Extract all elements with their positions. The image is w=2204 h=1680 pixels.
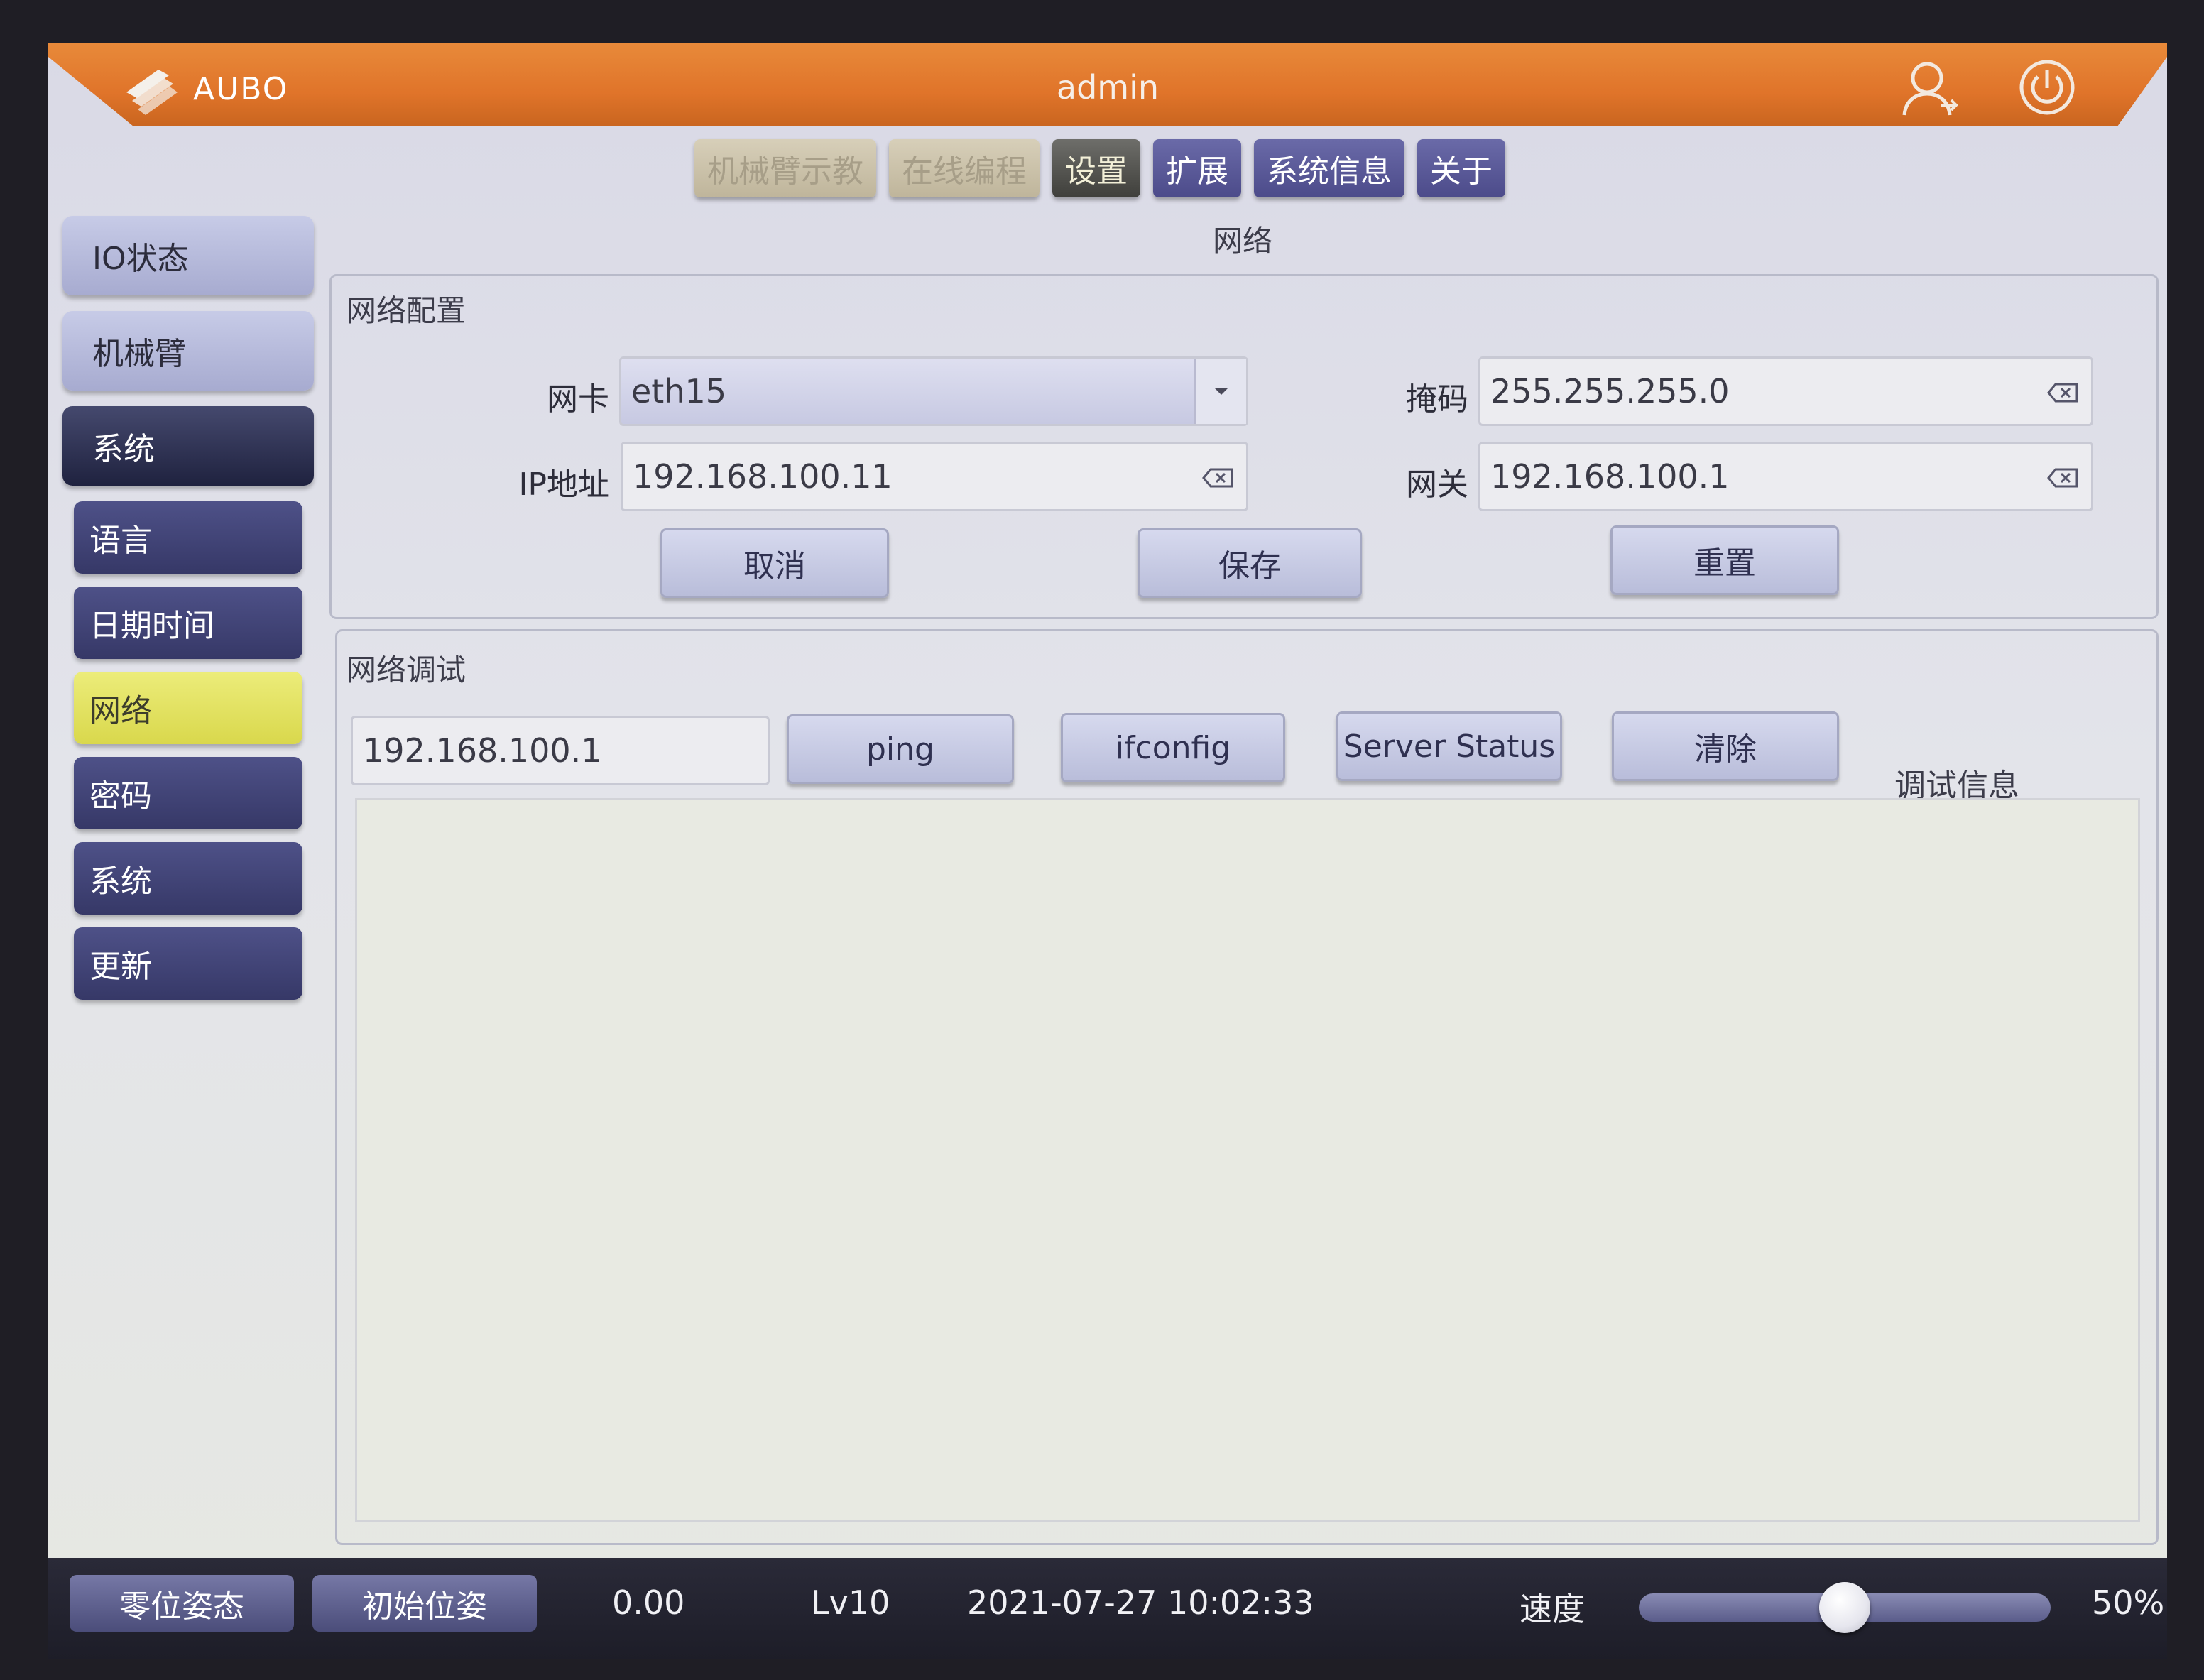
ip-label: IP地址 xyxy=(518,467,609,503)
ping-button[interactable]: ping xyxy=(787,714,1014,784)
clear-input-icon[interactable] xyxy=(1202,468,1233,488)
speed-label: 速度 xyxy=(1520,1590,1585,1628)
user-icon[interactable] xyxy=(1897,55,1961,119)
sidebar-item-system[interactable]: 系统 xyxy=(62,406,314,486)
ip-address-value: 192.168.100.11 xyxy=(633,457,893,496)
main-tabs: 机械臂示教 在线编程 设置 扩展 系统信息 关于 xyxy=(694,139,1505,197)
debug-output-area[interactable] xyxy=(355,798,2140,1522)
speed-slider-thumb[interactable] xyxy=(1819,1582,1870,1633)
datetime-display: 2021-07-27 10:02:33 xyxy=(967,1583,1314,1622)
current-user: admin xyxy=(1056,68,1160,107)
subnet-mask-value: 255.255.255.0 xyxy=(1490,372,1730,410)
initial-pose-button[interactable]: 初始位姿 xyxy=(312,1575,537,1632)
page-title: 网络 xyxy=(1213,224,1273,258)
reset-button[interactable]: 重置 xyxy=(1610,525,1839,595)
gateway-value: 192.168.100.1 xyxy=(1490,457,1730,496)
subnet-mask-field[interactable]: 255.255.255.0 xyxy=(1478,356,2093,426)
bottom-status-bar: 零位姿态 初始位姿 0.00 Lv10 2021-07-27 10:02:33 … xyxy=(48,1558,2167,1659)
nic-label: 网卡 xyxy=(547,381,609,418)
ifconfig-button[interactable]: ifconfig xyxy=(1061,713,1285,782)
network-config-label: 网络配置 xyxy=(347,293,467,328)
power-icon[interactable] xyxy=(2018,58,2076,116)
sidebar-item-password[interactable]: 密码 xyxy=(74,757,302,829)
nic-select[interactable]: eth15 xyxy=(619,356,1248,426)
tab-settings[interactable]: 设置 xyxy=(1052,139,1140,197)
level-indicator: Lv10 xyxy=(811,1583,890,1622)
tab-arm-teaching[interactable]: 机械臂示教 xyxy=(694,139,876,197)
gateway-field[interactable]: 192.168.100.1 xyxy=(1478,442,2093,511)
zero-pose-button[interactable]: 零位姿态 xyxy=(70,1575,294,1632)
network-debug-label: 网络调试 xyxy=(347,653,467,687)
server-status-button[interactable]: Server Status xyxy=(1336,711,1562,781)
debug-output-text xyxy=(357,800,2138,823)
sidebar-item-language[interactable]: 语言 xyxy=(74,501,302,574)
tab-system-info[interactable]: 系统信息 xyxy=(1254,139,1404,197)
cancel-button[interactable]: 取消 xyxy=(660,528,889,598)
status-value: 0.00 xyxy=(612,1583,685,1622)
ip-address-field[interactable]: 192.168.100.11 xyxy=(621,442,1248,511)
clear-input-icon[interactable] xyxy=(2047,383,2078,403)
mask-label: 掩码 xyxy=(1406,381,1468,418)
sidebar-item-network[interactable]: 网络 xyxy=(74,672,302,744)
clear-button[interactable]: 清除 xyxy=(1612,711,1839,781)
sidebar-item-date-time[interactable]: 日期时间 xyxy=(74,587,302,659)
save-button[interactable]: 保存 xyxy=(1138,528,1362,598)
speed-percent: 50% xyxy=(2092,1583,2165,1622)
robot-settings-screen: AUBO admin 机械臂示教 在线编程 设置 扩展 系统信息 关于 网络 I… xyxy=(48,43,2167,1659)
dropdown-arrow-icon[interactable] xyxy=(1194,359,1246,424)
sidebar-item-robot-arm[interactable]: 机械臂 xyxy=(62,311,314,391)
sidebar-item-update[interactable]: 更新 xyxy=(74,927,302,1000)
tab-extensions[interactable]: 扩展 xyxy=(1153,139,1241,197)
clear-input-icon[interactable] xyxy=(2047,468,2078,488)
tab-about[interactable]: 关于 xyxy=(1417,139,1505,197)
speed-slider[interactable] xyxy=(1639,1582,2051,1633)
sidebar-item-io-status[interactable]: IO状态 xyxy=(62,216,314,295)
sidebar-item-system-sub[interactable]: 系统 xyxy=(74,842,302,915)
gateway-label: 网关 xyxy=(1406,467,1468,503)
tab-online-programming[interactable]: 在线编程 xyxy=(889,139,1040,197)
nic-select-value: eth15 xyxy=(631,372,727,410)
debug-target-value: 192.168.100.1 xyxy=(363,731,602,770)
debug-target-field[interactable]: 192.168.100.1 xyxy=(351,716,770,785)
